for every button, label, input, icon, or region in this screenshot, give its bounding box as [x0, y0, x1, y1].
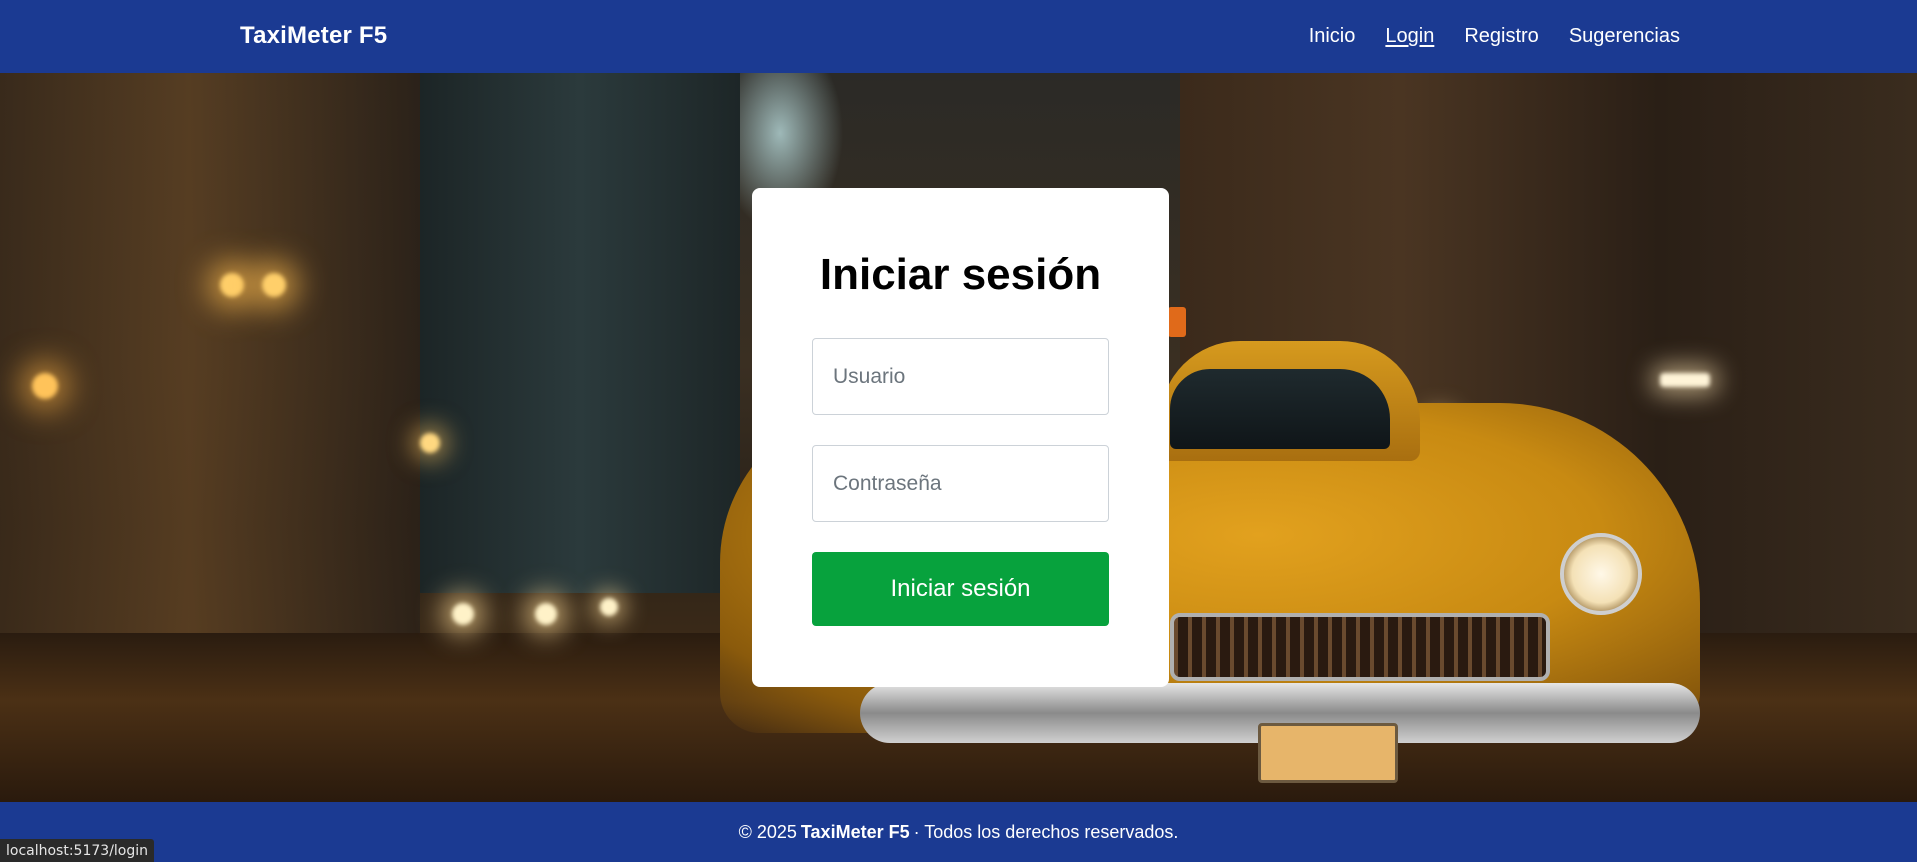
building-light	[1660, 373, 1710, 387]
car-headlight	[535, 603, 557, 625]
car-headlight	[452, 603, 474, 625]
login-card: Iniciar sesión Iniciar sesión	[752, 188, 1169, 687]
street-light	[262, 273, 286, 297]
background-buildings-left	[0, 73, 420, 633]
taxi-grille	[1170, 613, 1550, 681]
browser-status-url: localhost:5173/login	[0, 839, 155, 862]
username-input[interactable]	[812, 338, 1109, 415]
password-input[interactable]	[812, 445, 1109, 522]
top-navbar: TaxiMeter F5 Inicio Login Registro Suger…	[0, 0, 1917, 73]
page-footer: © 2025 TaxiMeter F5 · Todos los derechos…	[0, 802, 1917, 862]
footer-copyright: © 2025	[738, 821, 797, 842]
street-light	[220, 273, 244, 297]
building-light	[420, 433, 440, 453]
main-nav: Inicio Login Registro Sugerencias	[1309, 25, 1680, 48]
taxi-windshield	[1170, 369, 1390, 449]
nav-link-sugerencias[interactable]: Sugerencias	[1569, 25, 1680, 48]
login-submit-button[interactable]: Iniciar sesión	[812, 552, 1109, 626]
background-buildings-center	[420, 73, 740, 593]
taxi-roof-sign	[1168, 307, 1186, 337]
footer-rights: · Todos los derechos reservados.	[913, 821, 1179, 842]
nav-link-login[interactable]: Login	[1385, 25, 1434, 48]
nav-link-inicio[interactable]: Inicio	[1309, 25, 1356, 48]
login-title: Iniciar sesión	[819, 250, 1102, 299]
nav-link-registro[interactable]: Registro	[1464, 25, 1538, 48]
taxi-headlight	[1560, 533, 1642, 615]
taxi-license-plate	[1258, 723, 1398, 783]
brand-logo-text[interactable]: TaxiMeter F5	[240, 22, 387, 50]
car-headlight	[600, 598, 618, 616]
footer-brand: TaxiMeter F5	[800, 821, 910, 842]
street-light	[32, 373, 58, 399]
